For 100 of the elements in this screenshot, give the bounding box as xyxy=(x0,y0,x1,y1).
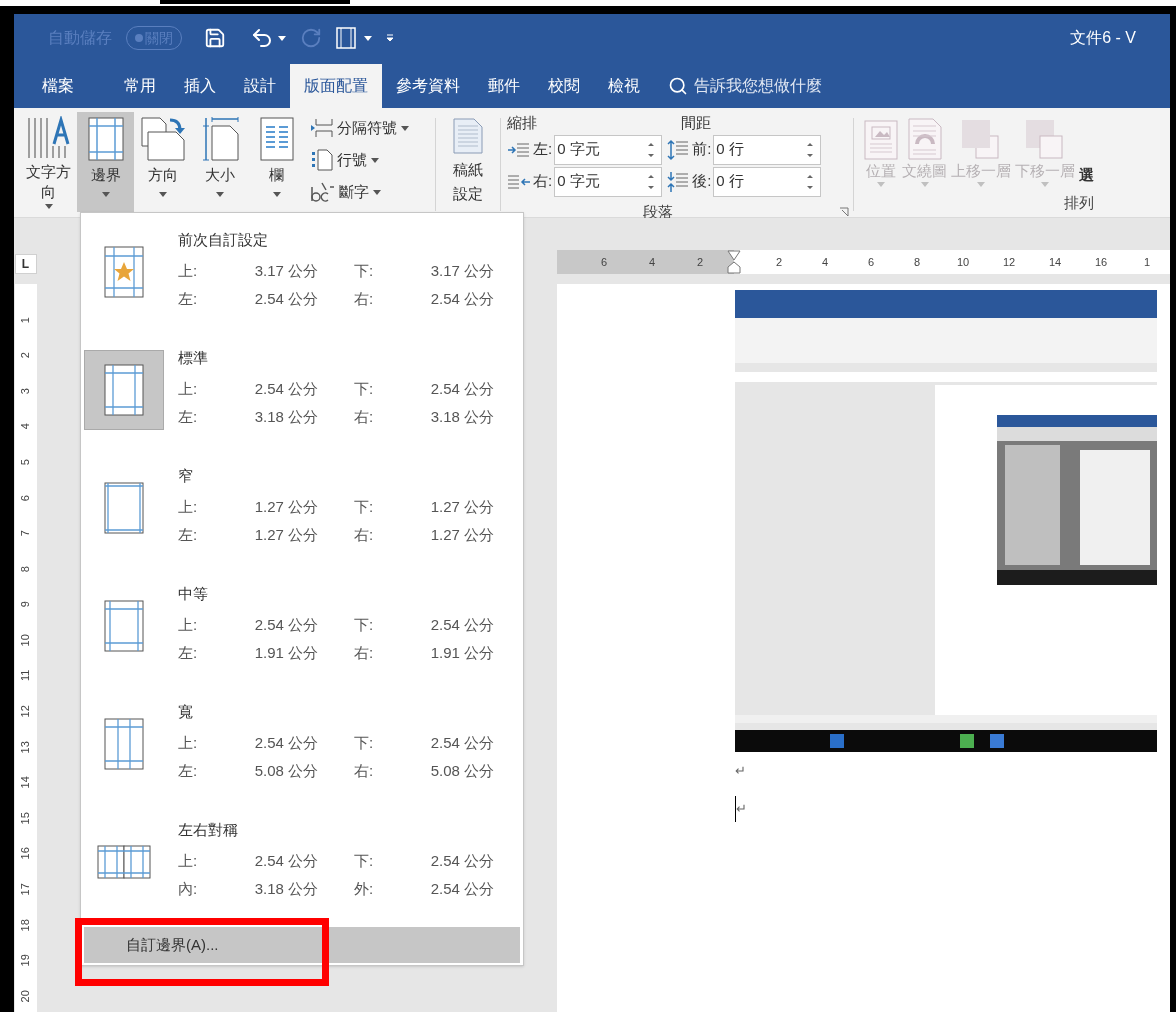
custom-margins-item[interactable]: 自訂邊界(A)... xyxy=(84,927,520,963)
ribbon-button[interactable]: 文字方向 xyxy=(20,112,77,212)
ruler-number: 6 xyxy=(599,254,609,270)
ribbon-menu-button[interactable]: 行號 xyxy=(311,146,435,174)
margin-preset[interactable]: 前次自訂設定 上: 3.17 公分 下: 3.17 公分 左: 2.54 公分 右: 2.54 公分 xyxy=(81,213,523,331)
margin-value: 3.18 公分 xyxy=(253,407,318,428)
margin-label: 下: xyxy=(354,378,375,399)
margins-icon xyxy=(87,117,124,161)
field-label: 前: xyxy=(692,139,712,160)
ruler-number: 2 xyxy=(18,352,33,359)
margin-value: 1.91 公分 xyxy=(253,643,318,664)
margin-value: 5.08 公分 xyxy=(429,761,494,782)
margin-value: 3.17 公分 xyxy=(253,260,318,281)
ruler-number: 4 xyxy=(820,254,830,270)
bring-forward-icon xyxy=(960,118,1002,160)
undo-icon[interactable] xyxy=(250,26,274,50)
margin-label: 內: xyxy=(178,879,199,900)
ruler-number: 15 xyxy=(18,812,33,825)
margin-preset[interactable]: 左右對稱 上: 2.54 公分 下: 2.54 公分 內: 3.18 公分 外: 2.54 公分 xyxy=(81,803,523,921)
caret-icon xyxy=(401,125,409,131)
customize-toolbar-icon[interactable] xyxy=(386,34,394,42)
margin-value: 1.27 公分 xyxy=(429,496,494,517)
preset-title: 寬 xyxy=(178,702,194,723)
margin-label: 左: xyxy=(178,525,199,546)
dialog-launcher-icon[interactable] xyxy=(839,206,849,217)
ruler-number: 13 xyxy=(18,740,33,754)
breaks-icon xyxy=(311,118,333,138)
margin-value: 2.54 公分 xyxy=(253,732,318,753)
spacing-header: 間距 xyxy=(681,113,711,133)
margin-label: 下: xyxy=(354,260,375,281)
spin-field[interactable]: 0 字元 xyxy=(554,166,663,197)
caret-icon xyxy=(272,192,281,197)
margin-label: 右: xyxy=(354,289,375,310)
margin-preset[interactable]: 窄 上: 1.27 公分 下: 1.27 公分 左: 1.27 公分 右: 1.27 公分 xyxy=(81,449,523,567)
ribbon-tab[interactable]: 版面配置 xyxy=(290,64,382,108)
spin-field[interactable]: 0 字元 xyxy=(554,134,663,165)
margin-label: 左: xyxy=(178,761,199,782)
tell-me-field[interactable]: 告訴我您想做什麼 xyxy=(694,74,914,98)
ruler-number: 3 xyxy=(18,387,33,395)
tab-selector[interactable]: L xyxy=(14,254,37,274)
hyphenation-icon xyxy=(311,181,335,203)
paragraph-mark: ↵ xyxy=(735,762,746,781)
ruler-number: 7 xyxy=(18,530,33,537)
page-margins-icon[interactable] xyxy=(336,27,356,49)
ruler-number: 6 xyxy=(18,494,33,501)
ruler-number: 2 xyxy=(695,254,705,270)
margin-value: 2.54 公分 xyxy=(429,378,494,399)
margin-value: 1.27 公分 xyxy=(253,496,318,517)
ruler-number: 18 xyxy=(18,918,33,931)
ribbon-tab[interactable]: 郵件 xyxy=(474,64,534,108)
ribbon-button[interactable]: 欄 xyxy=(248,112,305,212)
margin-value: 5.08 公分 xyxy=(253,761,318,782)
margin-label: 上: xyxy=(178,850,199,871)
ruler-number: 12 xyxy=(18,705,33,718)
ribbon-tab[interactable]: 參考資料 xyxy=(382,64,474,108)
ribbon-menu-button[interactable]: 分隔符號 xyxy=(311,114,435,142)
caret-icon xyxy=(371,157,379,163)
field-label: 左: xyxy=(533,139,553,160)
columns-icon xyxy=(259,117,294,161)
margin-label: 下: xyxy=(354,496,375,517)
margin-preset[interactable]: 中等 上: 2.54 公分 下: 2.54 公分 左: 1.91 公分 右: 1.91 公分 xyxy=(81,567,523,685)
caret-icon xyxy=(920,182,929,187)
save-icon[interactable] xyxy=(204,27,226,49)
ribbon-menu-button[interactable]: 斷字 xyxy=(311,178,435,206)
margin-value: 2.54 公分 xyxy=(253,289,318,310)
ruler-number: 10 xyxy=(955,254,971,270)
margins-button[interactable]: 邊界 xyxy=(77,112,134,212)
indent-marker-icon[interactable] xyxy=(727,250,741,274)
ruler-number: 6 xyxy=(866,254,876,270)
ruler-number: 2 xyxy=(774,254,784,270)
ribbon-label: 選 xyxy=(1079,165,1094,185)
caret-icon xyxy=(877,182,885,187)
ribbon-button[interactable]: 方向 xyxy=(134,112,191,212)
send-backward-icon xyxy=(1024,118,1066,160)
caret-icon xyxy=(44,204,53,209)
ribbon-tab[interactable]: 檔案 xyxy=(28,64,88,108)
search-icon xyxy=(668,76,688,96)
spin-field[interactable]: 0 行 xyxy=(713,166,822,197)
spin-field[interactable]: 0 行 xyxy=(713,134,822,165)
ribbon-tab[interactable]: 檢視 xyxy=(594,64,654,108)
preset-title: 標準 xyxy=(178,348,209,369)
ribbon-tab[interactable]: 插入 xyxy=(170,64,230,108)
ribbon-button[interactable]: 大小 xyxy=(191,112,248,212)
orientation-icon xyxy=(139,116,186,162)
margin-label: 左: xyxy=(178,289,199,310)
margin-value: 1.27 公分 xyxy=(253,525,318,546)
caret-icon xyxy=(373,189,381,195)
margin-preset[interactable]: 寬 上: 2.54 公分 下: 2.54 公分 左: 5.08 公分 右: 5.08 公分 xyxy=(81,685,523,803)
ruler-number: 8 xyxy=(18,565,33,572)
ribbon-tab[interactable]: 設計 xyxy=(230,64,290,108)
margin-value: 3.17 公分 xyxy=(429,260,494,281)
ribbon-tab[interactable]: 常用 xyxy=(110,64,170,108)
page-margins-icon xyxy=(104,364,144,416)
ruler-number: 8 xyxy=(912,254,922,270)
margin-label: 左: xyxy=(178,407,199,428)
caret-icon xyxy=(1041,182,1049,187)
ribbon-tab[interactable]: 校閱 xyxy=(534,64,594,108)
margin-preset[interactable]: 標準 上: 2.54 公分 下: 2.54 公分 左: 3.18 公分 右: 3.18 公分 xyxy=(81,331,523,449)
paragraph-mark: ↵ xyxy=(736,800,747,819)
preset-title: 左右對稱 xyxy=(178,820,239,841)
